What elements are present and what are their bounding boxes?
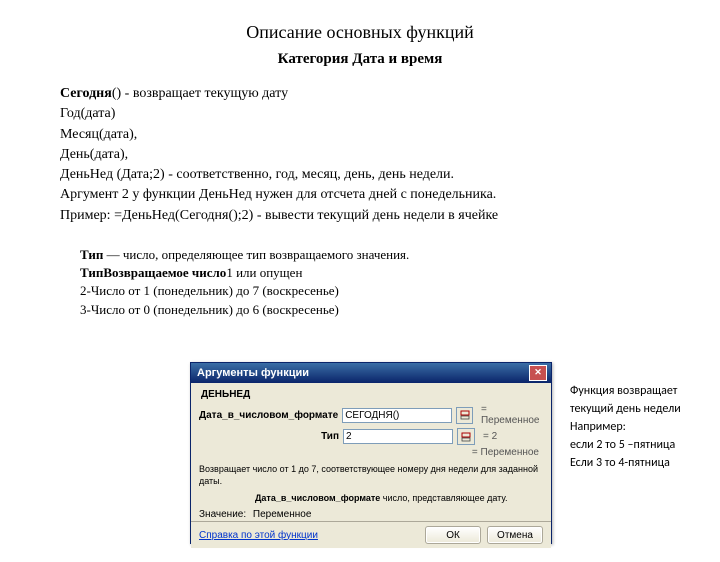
help-link[interactable]: Справка по этой функции [199, 530, 318, 541]
arg1-ref-button[interactable] [456, 407, 473, 424]
collapse-dialog-icon [461, 432, 471, 442]
side-note-l4: Если 3 то 4-пятница [570, 454, 710, 472]
function-arguments-dialog: Аргументы функции ✕ ДЕНЬНЕД Дата_в_число… [190, 362, 552, 544]
collapse-dialog-icon [460, 410, 470, 420]
dialog-title: Аргументы функции [197, 367, 309, 379]
close-icon[interactable]: ✕ [529, 365, 547, 381]
type-line-1-bold: Тип [80, 247, 103, 262]
desc-line-1-bold: Сегодня [60, 86, 112, 101]
desc-line-6: Аргумент 2 у функции ДеньНед нужен для о… [60, 185, 660, 205]
type-line-1-rest: — число, определяющее тип возвращаемого … [103, 247, 409, 262]
arg2-label: Тип [199, 431, 339, 442]
type-line-4: 3-Число от 0 (понедельник) до 6 (воскрес… [80, 301, 640, 319]
arg1-label: Дата_в_числовом_формате [199, 410, 338, 421]
result-label: Значение: [199, 509, 246, 520]
function-name: ДЕНЬНЕД [201, 389, 543, 400]
side-note: Функция возвращает текущий день недели Н… [570, 382, 710, 472]
arg1-input[interactable] [342, 408, 452, 423]
side-note-l1: Функция возвращает текущий день недели [570, 382, 710, 418]
result-eval: = Переменное [472, 447, 539, 458]
result-eval-row: = Переменное [199, 447, 539, 458]
type-line-2-rest: 1 или опущен [226, 265, 302, 280]
dialog-titlebar[interactable]: Аргументы функции ✕ [191, 363, 551, 383]
description-block: Сегодня() - возвращает текущую дату Год(… [60, 84, 660, 226]
desc-line-2: Год(дата) [60, 104, 660, 124]
desc-line-3: Месяц(дата), [60, 125, 660, 145]
hint-desc: Возвращает число от 1 до 7, соответствую… [199, 464, 543, 487]
result-value: Переменное [253, 509, 311, 520]
side-note-l3: если 2 то 5 –пятница [570, 436, 710, 454]
page-title: Описание основных функций [0, 22, 720, 43]
desc-line-7: Пример: =ДеньНед(Сегодня();2) - вывести … [60, 206, 660, 226]
desc-line-4: День(дата), [60, 145, 660, 165]
arg1-eval: = Переменное [481, 404, 543, 426]
desc-line-5: ДеньНед (Дата;2) - соответственно, год, … [60, 165, 660, 185]
side-note-l2: Например: [570, 418, 710, 436]
desc-line-1-rest: () - возвращает текущую дату [112, 86, 288, 101]
cancel-button[interactable]: Отмена [487, 526, 543, 544]
arg2-ref-button[interactable] [457, 428, 475, 445]
arg-row-2: Тип = 2 [199, 428, 543, 445]
desc-line-1: Сегодня() - возвращает текущую дату [60, 84, 660, 104]
arg2-input[interactable] [343, 429, 453, 444]
type-line-1: Тип — число, определяющее тип возвращаем… [80, 246, 640, 264]
type-line-2: ТипВозвращаемое число1 или опущен [80, 264, 640, 282]
dialog-buttons: ОК Отмена [425, 526, 543, 544]
type-line-2-bold: ТипВозвращаемое число [80, 265, 226, 280]
hint-arg-label: Дата_в_числовом_формате [255, 493, 380, 503]
hint-arg-rest: число, представляющее дату. [380, 493, 507, 503]
type-block: Тип — число, определяющее тип возвращаем… [80, 246, 640, 319]
hint-arg: Дата_в_числовом_формате число, представл… [199, 493, 543, 505]
result-row: Значение: Переменное [199, 509, 543, 520]
dialog-body: ДЕНЬНЕД Дата_в_числовом_формате = Переме… [191, 383, 551, 521]
type-line-3: 2-Число от 1 (понедельник) до 7 (воскрес… [80, 282, 640, 300]
page-subtitle: Категория Дата и время [0, 51, 720, 68]
arg2-eval: = 2 [483, 431, 497, 442]
ok-button[interactable]: ОК [425, 526, 481, 544]
arg-row-1: Дата_в_числовом_формате = Переменное [199, 404, 543, 426]
dialog-footer: Справка по этой функции ОК Отмена [191, 521, 551, 548]
